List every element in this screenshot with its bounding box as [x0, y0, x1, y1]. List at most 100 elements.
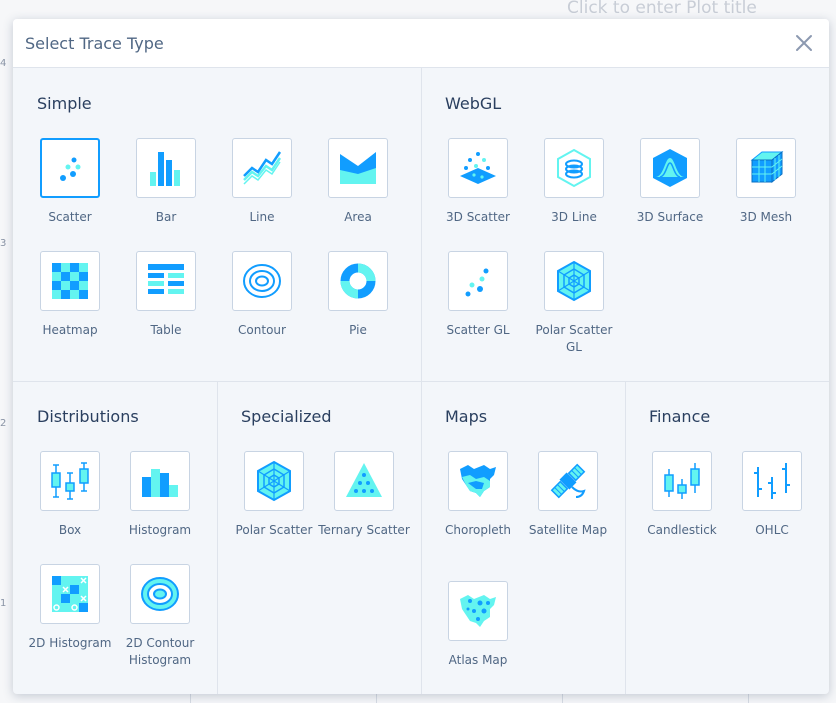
modal-title: Select Trace Type	[25, 34, 164, 53]
select-trace-type-modal: Select Trace Type Simple Scatter Bar Lin…	[13, 19, 829, 694]
tile	[40, 451, 100, 511]
tile	[742, 451, 802, 511]
tile	[334, 451, 394, 511]
3d-surface-icon	[653, 149, 687, 187]
trace-label: Polar Scatter GL	[535, 323, 613, 354]
area-chart-icon	[340, 152, 376, 184]
grid-line	[562, 694, 563, 703]
trace-type-polar-scatter-gl[interactable]: Polar Scatter GL	[528, 251, 620, 356]
plot-title-placeholder[interactable]: Click to enter Plot title	[567, 0, 757, 18]
section-specialized: Specialized Polar Scatter Ternary Scatte…	[217, 381, 422, 694]
y-axis-tick: 1	[0, 598, 7, 609]
tile	[652, 451, 712, 511]
section-webgl: WebGL 3D Scatter 3D Line 3D Surface 3D M…	[421, 68, 829, 382]
choropleth-map-icon	[460, 465, 496, 497]
tile	[130, 451, 190, 511]
bar-chart-icon	[150, 152, 180, 186]
tile	[328, 138, 388, 198]
trace-type-table[interactable]: Table	[120, 251, 212, 339]
tile	[136, 251, 196, 311]
close-button[interactable]	[792, 31, 816, 55]
section-title: Specialized	[241, 407, 332, 426]
3d-scatter-icon	[460, 152, 496, 184]
trace-type-3d-line[interactable]: 3D Line	[528, 138, 620, 226]
trace-type-box[interactable]: Box	[24, 451, 116, 539]
grid-line	[748, 694, 749, 703]
trace-label: Bar	[155, 210, 177, 224]
satellite-icon	[550, 463, 586, 499]
section-title: Maps	[445, 407, 488, 426]
scatter-icon	[60, 157, 81, 181]
trace-label: Line	[249, 210, 275, 224]
trace-type-satellite-map[interactable]: Satellite Map	[522, 451, 614, 539]
trace-type-3d-surface[interactable]: 3D Surface	[624, 138, 716, 226]
trace-label: Candlestick	[647, 523, 717, 537]
heatmap-icon	[52, 263, 88, 299]
section-title: Finance	[649, 407, 711, 426]
scatter-gl-icon	[465, 268, 489, 297]
tile	[448, 451, 508, 511]
trace-label: 3D Scatter	[446, 210, 510, 224]
3d-line-icon	[557, 148, 591, 188]
trace-type-candlestick[interactable]: Candlestick	[636, 451, 728, 539]
polar-scatter-icon	[257, 460, 291, 502]
trace-type-3d-scatter[interactable]: 3D Scatter	[432, 138, 524, 226]
trace-type-heatmap[interactable]: Heatmap	[24, 251, 116, 339]
grid-line	[376, 694, 377, 703]
trace-type-histogram[interactable]: Histogram	[114, 451, 206, 539]
trace-label: Pie	[349, 323, 367, 337]
trace-type-scatter[interactable]: Scatter	[24, 138, 116, 226]
tile	[136, 138, 196, 198]
tile	[448, 251, 508, 311]
table-icon	[148, 264, 184, 294]
trace-type-choropleth[interactable]: Choropleth	[432, 451, 524, 539]
trace-type-area[interactable]: Area	[312, 138, 404, 226]
tile	[328, 251, 388, 311]
trace-label: Table	[150, 323, 182, 337]
trace-type-3d-mesh[interactable]: 3D Mesh	[720, 138, 812, 226]
line-chart-icon	[243, 151, 282, 185]
trace-label: OHLC	[755, 523, 789, 537]
section-title: WebGL	[445, 94, 502, 113]
trace-type-atlas-map[interactable]: Atlas Map	[432, 581, 524, 669]
trace-label: Area	[344, 210, 372, 224]
trace-label: Heatmap	[42, 323, 98, 337]
trace-label: 3D Surface	[636, 210, 704, 224]
tile	[640, 138, 700, 198]
trace-label: Choropleth	[445, 523, 511, 537]
tile	[232, 251, 292, 311]
trace-label: Contour	[238, 323, 286, 337]
tile	[40, 564, 100, 624]
trace-type-ohlc[interactable]: OHLC	[726, 451, 818, 539]
candlestick-icon	[664, 463, 700, 499]
tile	[736, 138, 796, 198]
tile	[544, 251, 604, 311]
y-axis-tick: 4	[0, 58, 7, 69]
trace-type-2d-histogram[interactable]: 2D Histogram	[24, 564, 116, 652]
section-simple: Simple Scatter Bar Line Area Heatmap Tab…	[13, 68, 422, 382]
tile	[538, 451, 598, 511]
trace-type-scatter-gl[interactable]: Scatter GL	[432, 251, 524, 339]
histogram-icon	[142, 469, 178, 497]
tile	[448, 138, 508, 198]
trace-label: 2D Histogram	[28, 636, 112, 650]
trace-type-line[interactable]: Line	[216, 138, 308, 226]
y-axis-tick: 2	[0, 418, 7, 429]
trace-label: Atlas Map	[448, 653, 508, 667]
pie-chart-icon	[340, 263, 376, 299]
trace-type-ternary-scatter[interactable]: Ternary Scatter	[318, 451, 410, 539]
tile	[130, 564, 190, 624]
trace-type-bar[interactable]: Bar	[120, 138, 212, 226]
trace-type-polar-scatter[interactable]: Polar Scatter	[228, 451, 320, 539]
section-finance: Finance Candlestick OHLC	[625, 381, 829, 694]
grid-line	[190, 694, 191, 703]
trace-type-pie[interactable]: Pie	[312, 251, 404, 339]
polar-scatter-gl-icon	[557, 260, 591, 302]
contour-icon	[243, 264, 281, 298]
trace-label: 2D Contour Histogram	[125, 636, 195, 667]
trace-label: Scatter	[48, 210, 92, 224]
trace-type-2d-contour-histogram[interactable]: 2D Contour Histogram	[114, 564, 206, 669]
trace-type-contour[interactable]: Contour	[216, 251, 308, 339]
close-icon	[796, 35, 812, 51]
tile	[40, 138, 100, 198]
